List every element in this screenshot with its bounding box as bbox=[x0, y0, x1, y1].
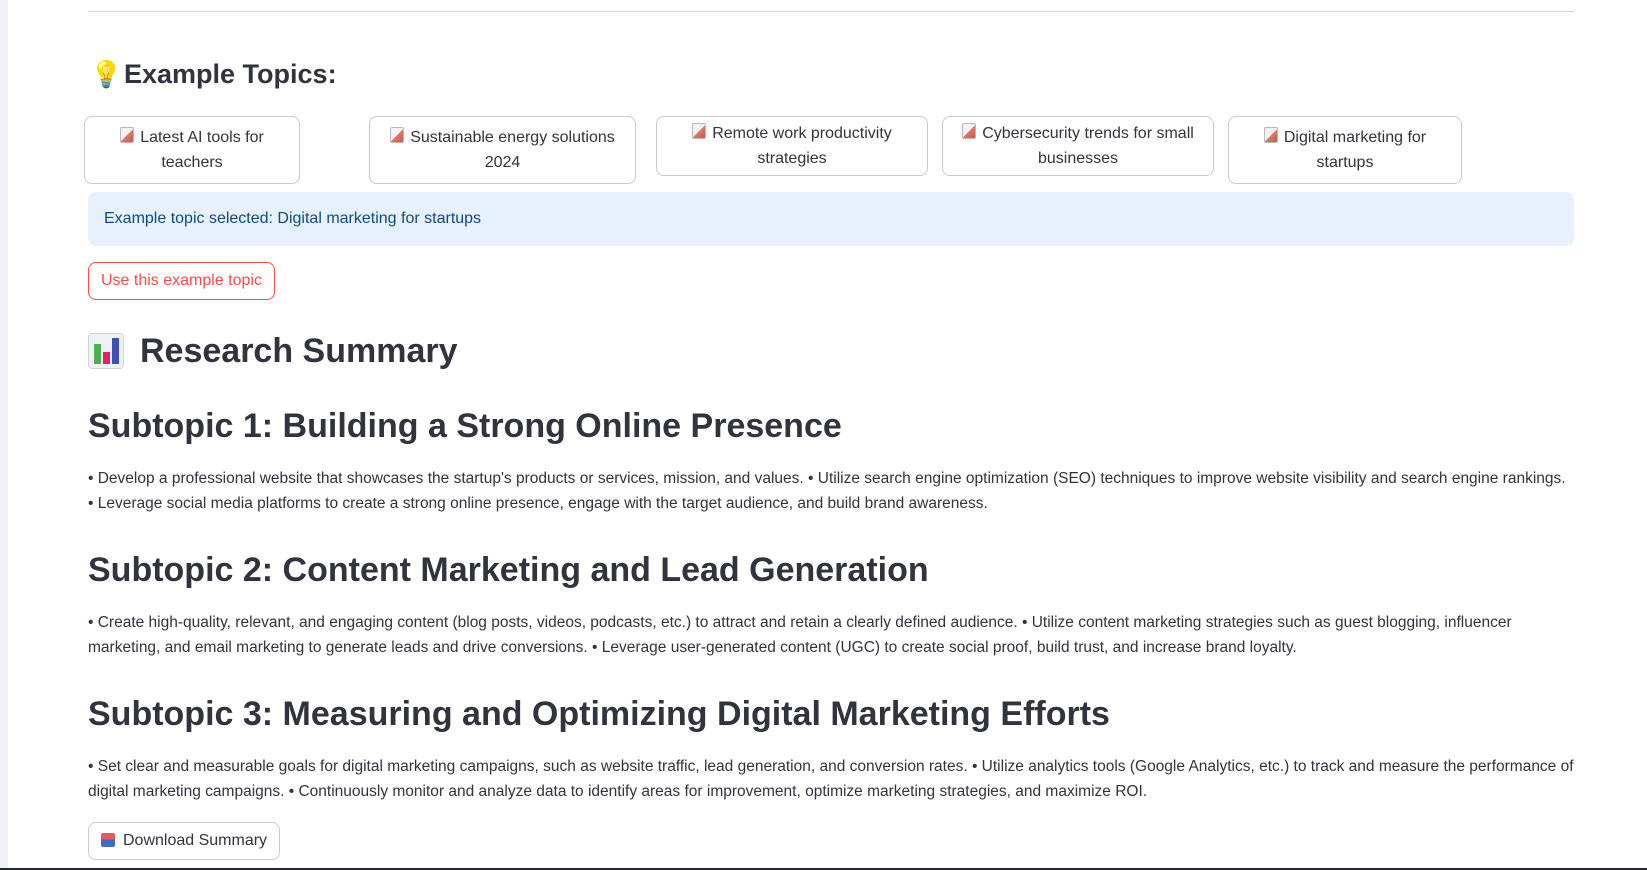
download-summary-label: Download Summary bbox=[123, 832, 268, 849]
inbox-tray-icon bbox=[101, 833, 115, 847]
memo-icon bbox=[1263, 127, 1278, 143]
example-topics-row: Latest AI tools for teachers Sustainable… bbox=[84, 116, 1574, 184]
selected-topic-text: Example topic selected: Digital marketin… bbox=[104, 210, 482, 227]
example-topics-title: Example Topics: bbox=[124, 58, 337, 89]
example-topics-header: 💡 Example Topics: bbox=[88, 54, 1574, 94]
subtopic-body: • Set clear and measurable goals for dig… bbox=[88, 758, 1574, 800]
research-summary-title: Research Summary bbox=[140, 331, 458, 370]
topic-button-digital-marketing[interactable]: Digital marketing for startups bbox=[1228, 116, 1462, 184]
memo-icon bbox=[390, 127, 405, 143]
subtopic-body: • Develop a professional website that sh… bbox=[88, 470, 1566, 512]
subtopic-heading: Subtopic 3: Measuring and Optimizing Dig… bbox=[88, 695, 1110, 733]
download-summary-button[interactable]: Download Summary bbox=[88, 822, 281, 860]
topic-button-ai-tools[interactable]: Latest AI tools for teachers bbox=[84, 116, 300, 184]
subtopic-heading: Subtopic 2: Content Marketing and Lead G… bbox=[88, 551, 929, 589]
left-gutter bbox=[0, 0, 8, 870]
research-summary-header: Research Summary bbox=[88, 330, 1574, 372]
main-content: 💡 Example Topics: Latest AI tools for te… bbox=[84, 0, 1574, 860]
use-example-topic-button[interactable]: Use this example topic bbox=[88, 262, 275, 300]
topic-button-cybersecurity[interactable]: Cybersecurity trends for small businesse… bbox=[942, 116, 1214, 176]
topic-button-label: Sustainable energy solutions 2024 bbox=[410, 129, 615, 171]
topic-button-label: Digital marketing for startups bbox=[1283, 129, 1427, 171]
topic-button-sustainable-energy[interactable]: Sustainable energy solutions 2024 bbox=[369, 116, 636, 184]
topic-button-label: Latest AI tools for teachers bbox=[140, 129, 264, 171]
topic-button-label: Cybersecurity trends for small businesse… bbox=[982, 125, 1194, 167]
subtopic-heading: Subtopic 1: Building a Strong Online Pre… bbox=[88, 407, 842, 445]
memo-icon bbox=[120, 127, 135, 143]
topic-button-label: Remote work productivity strategies bbox=[712, 125, 892, 167]
memo-icon bbox=[692, 123, 707, 139]
memo-icon bbox=[962, 123, 977, 139]
topic-button-remote-work[interactable]: Remote work productivity strategies bbox=[656, 116, 928, 176]
subtopic-body: • Create high-quality, relevant, and eng… bbox=[88, 614, 1512, 656]
divider bbox=[88, 11, 1574, 12]
bar-chart-icon bbox=[88, 333, 124, 369]
selected-topic-info: Example topic selected: Digital marketin… bbox=[88, 192, 1574, 246]
lightbulb-icon: 💡 bbox=[90, 58, 123, 89]
